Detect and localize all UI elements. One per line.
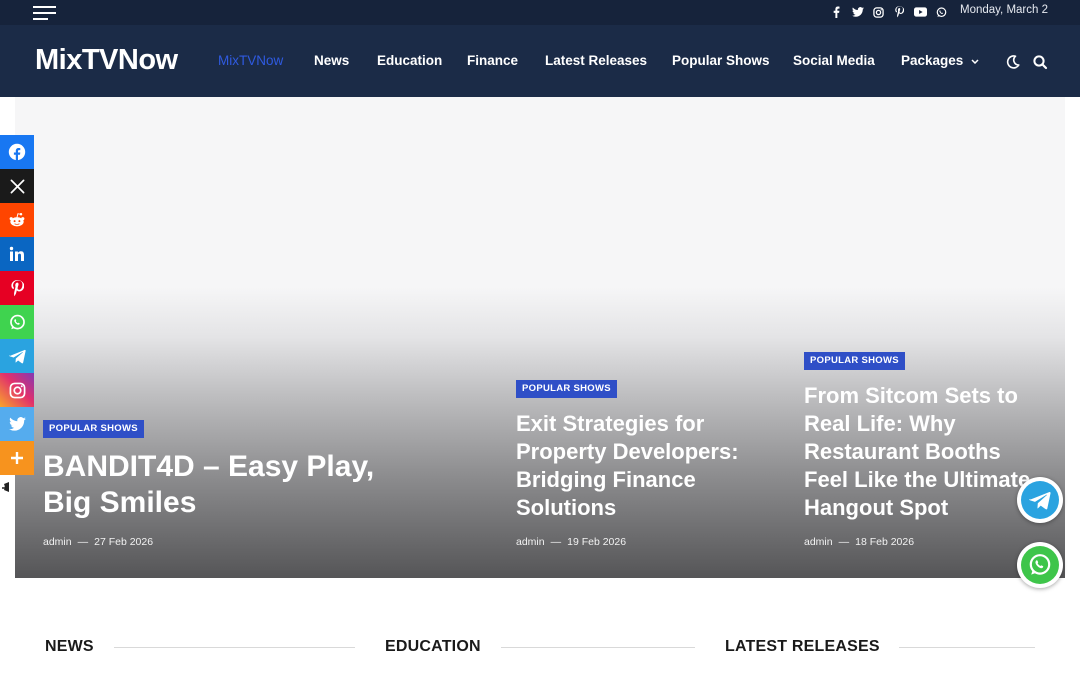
title-line: Real Life: Why (804, 411, 956, 436)
nav-item-social-media[interactable]: Social Media (793, 53, 875, 68)
nav-item-news[interactable]: News (314, 53, 349, 68)
share-facebook-icon[interactable] (0, 135, 34, 169)
whatsapp-icon (1021, 546, 1059, 584)
telegram-chat-button[interactable] (1017, 477, 1063, 523)
hide-share-icon[interactable] (2, 482, 12, 494)
post-date: 19 Feb 2026 (567, 536, 627, 548)
whatsapp-icon[interactable] (931, 5, 952, 19)
section-heading-news: NEWS (45, 638, 94, 655)
title-line: Big Smiles (43, 486, 197, 519)
category-badge[interactable]: POPULAR SHOWS (516, 380, 617, 398)
title-line: Property Developers: (516, 439, 739, 464)
author[interactable]: admin (43, 536, 72, 548)
search-icon[interactable] (1032, 54, 1048, 70)
chevron-down-icon (971, 59, 979, 64)
hero-post-2-title[interactable]: Exit Strategies for Property Developers:… (516, 410, 786, 522)
category-badge[interactable]: POPULAR SHOWS (804, 352, 905, 370)
top-social-links (826, 5, 952, 19)
author[interactable]: admin (804, 536, 833, 548)
nav-item-packages[interactable]: Packages (901, 53, 979, 68)
title-line: Exit Strategies for (516, 411, 705, 436)
section-divider (114, 647, 355, 648)
dark-mode-icon[interactable] (1005, 54, 1021, 70)
share-sidebar (0, 135, 34, 475)
title-line: Solutions (516, 495, 617, 520)
top-bar: Monday, March 2 (0, 0, 1080, 25)
share-twitter-icon[interactable] (0, 407, 34, 441)
category-badge[interactable]: POPULAR SHOWS (43, 420, 144, 438)
title-line: Restaurant Booths (804, 439, 1001, 464)
site-logo[interactable]: MixTVNow (35, 44, 178, 77)
title-line: From Sitcom Sets to (804, 383, 1018, 408)
nav-item-mixtvnow[interactable]: MixTVNow (218, 53, 283, 68)
share-x-icon[interactable] (0, 169, 34, 203)
facebook-icon[interactable] (826, 5, 847, 19)
hero-post-2: POPULAR SHOWS (516, 378, 617, 398)
share-more-icon[interactable] (0, 441, 34, 475)
post-date: 18 Feb 2026 (855, 536, 915, 548)
share-linkedin-icon[interactable] (0, 237, 34, 271)
hero-post-1-title[interactable]: BANDIT4D – Easy Play, Big Smiles (43, 449, 483, 521)
title-line: BANDIT4D – Easy Play, (43, 450, 375, 483)
telegram-icon (1021, 481, 1059, 519)
nav-item-popular-shows[interactable]: Popular Shows (672, 53, 770, 68)
youtube-icon[interactable] (910, 5, 931, 19)
current-date: Monday, March 2 (960, 4, 1048, 16)
post-date: 27 Feb 2026 (94, 536, 154, 548)
hamburger-menu-icon[interactable] (33, 5, 56, 21)
share-telegram-icon[interactable] (0, 339, 34, 373)
section-heading-latest-releases: LATEST RELEASES (725, 638, 880, 655)
pinterest-icon[interactable] (889, 5, 910, 19)
section-heading-education: EDUCATION (385, 638, 481, 655)
author[interactable]: admin (516, 536, 545, 548)
title-line: Hangout Spot (804, 495, 949, 520)
hero-post-3-meta: admin —18 Feb 2026 (804, 536, 915, 548)
hero-post-1: POPULAR SHOWS (43, 418, 144, 438)
nav-item-packages-label: Packages (901, 53, 964, 68)
nav-item-education[interactable]: Education (377, 53, 442, 68)
share-instagram-icon[interactable] (0, 373, 34, 407)
hero-post-3: POPULAR SHOWS (804, 350, 905, 370)
share-reddit-icon[interactable] (0, 203, 34, 237)
hero-post-3-title[interactable]: From Sitcom Sets to Real Life: Why Resta… (804, 382, 1044, 522)
nav-item-finance[interactable]: Finance (467, 53, 518, 68)
whatsapp-chat-button[interactable] (1017, 542, 1063, 588)
hero-post-2-meta: admin —19 Feb 2026 (516, 536, 627, 548)
section-divider (501, 647, 695, 648)
title-line: Bridging Finance (516, 467, 696, 492)
instagram-icon[interactable] (868, 5, 889, 19)
section-divider (899, 647, 1035, 648)
hero-post-1-meta: admin —27 Feb 2026 (43, 536, 154, 548)
share-pinterest-icon[interactable] (0, 271, 34, 305)
nav-item-latest-releases[interactable]: Latest Releases (545, 53, 647, 68)
share-whatsapp-icon[interactable] (0, 305, 34, 339)
title-line: Feel Like the Ultimate (804, 467, 1031, 492)
twitter-icon[interactable] (847, 5, 868, 19)
main-header: MixTVNow MixTVNow News Education Finance… (0, 25, 1080, 97)
